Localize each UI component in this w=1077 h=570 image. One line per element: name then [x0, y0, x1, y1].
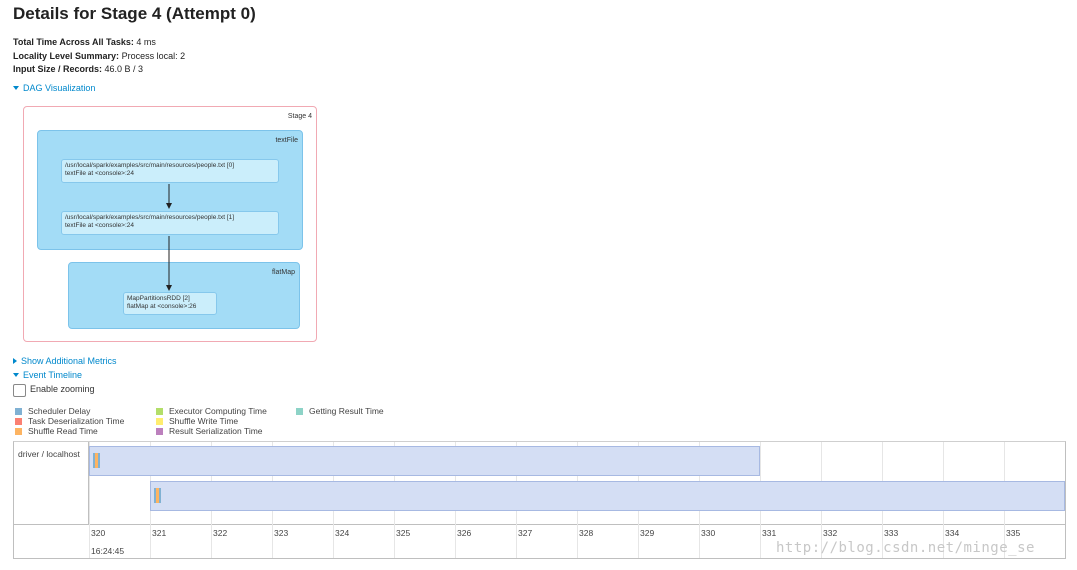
legend-swatch [296, 408, 303, 415]
caret-right-icon [13, 358, 17, 364]
event-timeline-label: Event Timeline [23, 370, 83, 380]
legend-label: Task Deserialization Time [28, 416, 125, 426]
enable-zooming-checkbox[interactable] [13, 384, 26, 397]
enable-zooming-label: Enable zooming [30, 384, 95, 394]
legend-label: Getting Result Time [309, 406, 384, 416]
timeline-tick-label: 326 [457, 528, 472, 538]
total-time-row: Total Time Across All Tasks: 4 ms [13, 36, 185, 50]
caret-down-icon [13, 86, 19, 90]
legend-item: Task Deserialization Time [15, 416, 124, 426]
legend-item: Getting Result Time [296, 406, 384, 416]
task-bar[interactable] [150, 481, 1065, 511]
executor-label: driver / localhost [18, 449, 80, 459]
input-row: Input Size / Records: 46.0 B / 3 [13, 63, 185, 77]
timeline-tick-label: 322 [213, 528, 228, 538]
timeline-tick-label: 325 [396, 528, 411, 538]
dag-visualization-toggle[interactable]: DAG Visualization [13, 83, 95, 93]
timeline-tick-label: 327 [518, 528, 533, 538]
legend-item: Shuffle Read Time [15, 426, 98, 436]
timeline-tick-label: 331 [762, 528, 777, 538]
timeline-tick-label: 335 [1006, 528, 1021, 538]
timeline-tick-label: 323 [274, 528, 289, 538]
timeline-tick-label: 324 [335, 528, 350, 538]
show-additional-metrics-toggle[interactable]: Show Additional Metrics [13, 356, 117, 366]
legend-label: Shuffle Write Time [169, 416, 239, 426]
task-bar[interactable] [89, 446, 760, 476]
caret-down-icon [13, 373, 19, 377]
locality-value: Process local: 2 [121, 50, 186, 61]
dag-edges [166, 184, 172, 291]
timeline-axis [14, 524, 1065, 525]
legend-swatch [156, 418, 163, 425]
legend-swatch [156, 428, 163, 435]
legend-item: Shuffle Write Time [156, 416, 238, 426]
task-phase-segment [159, 488, 161, 503]
timeline-tick-label: 333 [884, 528, 899, 538]
timeline-tick-label: 329 [640, 528, 655, 538]
legend-swatch [15, 428, 22, 435]
total-time-label: Total Time Across All Tasks: [13, 37, 134, 47]
legend-label: Scheduler Delay [28, 406, 91, 416]
timeline-group-column: driver / localhost [14, 442, 89, 524]
timeline-tick-label: 334 [945, 528, 960, 538]
timeline-date-label: 16:24:45 [91, 546, 125, 556]
input-label: Input Size / Records: [13, 64, 103, 74]
legend-item: Scheduler Delay [15, 406, 90, 416]
locality-label: Locality Level Summary: [13, 50, 120, 61]
timeline-tick-label: 328 [579, 528, 594, 538]
timeline-tick-label: 330 [701, 528, 716, 538]
timeline-tick-label: 332 [823, 528, 838, 538]
event-timeline-toggle[interactable]: Event Timeline [13, 370, 82, 380]
total-time-value: 4 ms [136, 37, 156, 47]
legend-label: Result Serialization Time [169, 426, 263, 436]
task-phase-segment [98, 453, 100, 468]
stage-summary: Total Time Across All Tasks: 4 ms Locali… [13, 36, 185, 77]
legend-label: Shuffle Read Time [28, 426, 98, 436]
legend-swatch [156, 408, 163, 415]
watermark-text: http://blog.csdn.net/minge_se [776, 540, 1035, 556]
legend-swatch [15, 418, 22, 425]
legend-item: Result Serialization Time [156, 426, 263, 436]
page-title: Details for Stage 4 (Attempt 0) [13, 4, 256, 23]
input-value: 46.0 B / 3 [104, 64, 144, 74]
dag-visualization-label: DAG Visualization [23, 83, 96, 93]
dag-stage-box: Stage 4 textFile /usr/local/spark/exampl… [23, 106, 317, 342]
legend-item: Executor Computing Time [156, 406, 267, 416]
show-additional-metrics-label: Show Additional Metrics [21, 356, 117, 366]
legend-label: Executor Computing Time [169, 406, 267, 416]
timeline-tick-label: 320 [91, 528, 106, 538]
timeline-tick-label: 321 [152, 528, 167, 538]
legend-swatch [15, 408, 22, 415]
locality-row: Locality Level Summary: Process local: 2 [13, 50, 185, 64]
